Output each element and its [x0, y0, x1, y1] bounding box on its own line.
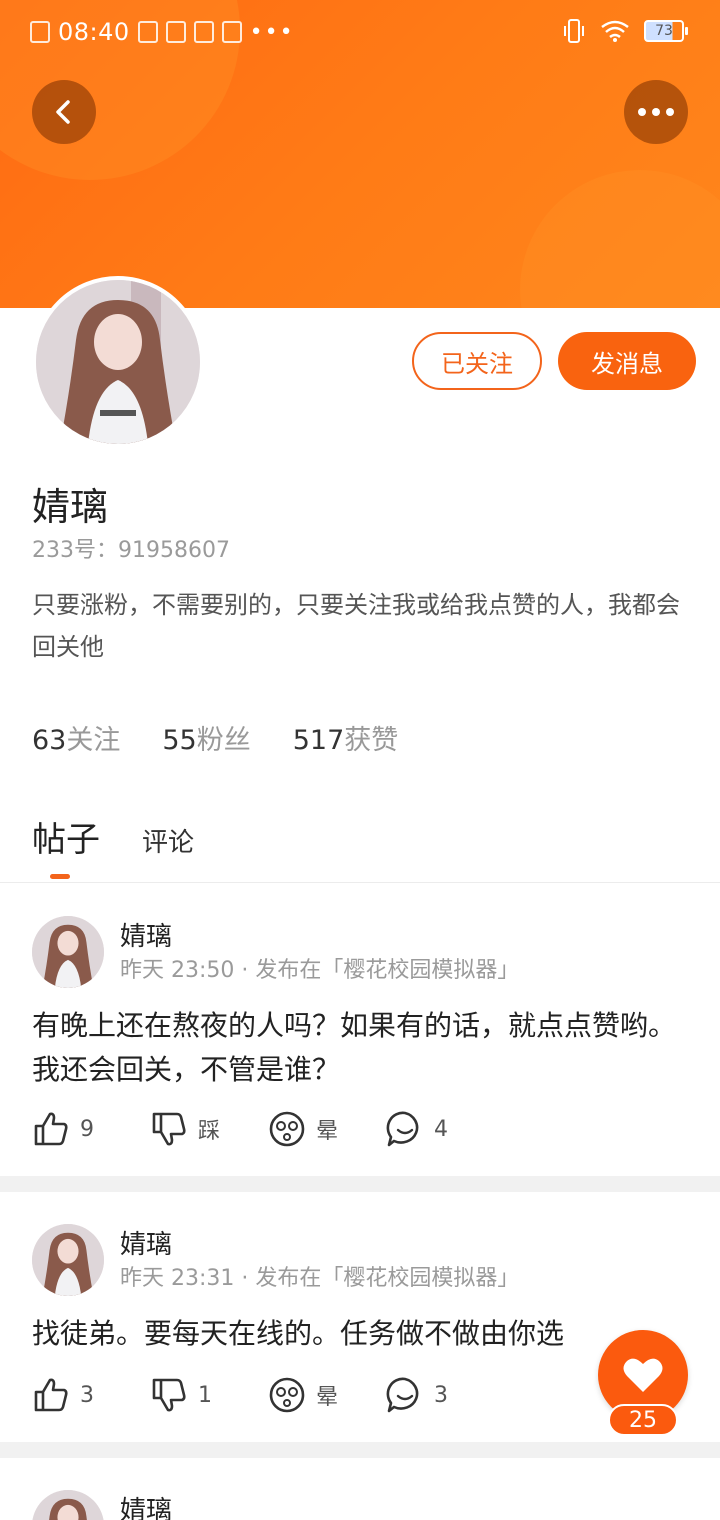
- avatar-image: [32, 1224, 104, 1296]
- phone-icon: [137, 21, 158, 43]
- stat-number: 55: [162, 725, 197, 756]
- post-author[interactable]: 婧璃: [120, 916, 172, 953]
- video-icon: [193, 21, 214, 43]
- send-message-button[interactable]: 发消息: [558, 332, 696, 390]
- comment-count: 4: [434, 1116, 448, 1142]
- avatar-image: [32, 1490, 104, 1520]
- stat-label: 关注: [66, 725, 121, 756]
- post-avatar[interactable]: [32, 1224, 104, 1296]
- post-author[interactable]: 婧璃: [120, 1224, 172, 1261]
- content-tabs: 帖子 评论: [32, 812, 194, 879]
- stat-following[interactable]: 63关注: [32, 718, 120, 757]
- post-text[interactable]: 有晚上还在熬夜的人吗？如果有的话，就点点赞哟。我还会回关，不管是谁？: [32, 1004, 692, 1092]
- post-separator: [0, 1442, 720, 1458]
- thumb-down-icon: [152, 1112, 186, 1146]
- more-options-button[interactable]: [624, 80, 688, 144]
- avatar-image: [32, 916, 104, 988]
- more-notifications-icon: •••: [249, 19, 295, 45]
- stat-number: 63: [32, 725, 67, 756]
- dislike-count: 1: [198, 1382, 212, 1408]
- post-meta: 昨天 23:31 · 发布在「樱花校园模拟器」: [120, 1266, 520, 1291]
- tab-comments[interactable]: 评论: [142, 822, 194, 859]
- thumb-down-icon: [152, 1378, 186, 1412]
- post-text[interactable]: 找徒弟。要每天在线的。任务做不做由你选: [32, 1312, 692, 1356]
- stat-label: 粉丝: [196, 725, 251, 756]
- divider: [0, 882, 720, 883]
- comment-count: 3: [434, 1382, 448, 1408]
- status-bar: 08:40 ••• 73: [0, 12, 720, 52]
- avatar[interactable]: [32, 276, 204, 448]
- status-time: 08:40: [58, 18, 130, 46]
- dislike-button[interactable]: 踩: [150, 1111, 268, 1147]
- like-fab-count: 25: [608, 1404, 678, 1436]
- like-count: 3: [80, 1382, 94, 1408]
- comment-button[interactable]: 4: [386, 1110, 504, 1148]
- battery-indicator: 73: [644, 20, 688, 42]
- post-meta: 昨天 23:50 · 发布在「樱花校园模拟器」: [120, 958, 520, 983]
- profile-stats: 63关注 55粉丝 517获赞: [32, 718, 398, 757]
- profile-header-banner: 08:40 ••• 73: [0, 0, 720, 308]
- thumb-up-icon: [34, 1112, 68, 1146]
- stat-number: 517: [292, 725, 345, 756]
- dislike-label: 踩: [198, 1119, 221, 1144]
- thumb-up-icon: [34, 1378, 68, 1412]
- like-count: 9: [80, 1116, 94, 1142]
- more-dots-icon: [638, 108, 674, 116]
- wifi-icon: [601, 20, 629, 42]
- post-card[interactable]: 婧璃 昨天 23:50 · 发布在「樱花校园模拟器」 有晚上还在熬夜的人吗？如果…: [0, 884, 720, 1176]
- back-arrow-icon: [56, 100, 70, 124]
- post-avatar[interactable]: [32, 916, 104, 988]
- dizzy-label: 晕: [316, 1385, 339, 1410]
- vibrate-icon: [564, 19, 584, 43]
- dizzy-button[interactable]: 晕: [268, 1110, 386, 1148]
- post-card[interactable]: 婧璃: [0, 1458, 720, 1520]
- dizzy-face-icon: [269, 1111, 305, 1147]
- stat-label: 获赞: [344, 725, 399, 756]
- comment-button[interactable]: 3: [386, 1376, 504, 1414]
- stat-fans[interactable]: 55粉丝: [162, 718, 250, 757]
- post-actions: 9 踩 晕 4: [32, 1110, 504, 1148]
- profile-id: 233号：91958607: [32, 538, 230, 563]
- like-button[interactable]: 3: [32, 1377, 150, 1413]
- notification-icon: [30, 21, 50, 43]
- dislike-button[interactable]: 1: [150, 1377, 268, 1413]
- comment-bubble-icon: [386, 1377, 419, 1413]
- tab-posts[interactable]: 帖子: [32, 812, 100, 879]
- following-button[interactable]: 已关注: [412, 332, 542, 390]
- heart-icon: [623, 1358, 663, 1392]
- post-avatar[interactable]: [32, 1490, 104, 1520]
- profile-name: 婧璃: [32, 485, 109, 529]
- comment-bubble-icon: [386, 1111, 419, 1147]
- dizzy-button[interactable]: 晕: [268, 1376, 386, 1414]
- profile-page: 08:40 ••• 73 已关注 发消息 婧璃 233号：91958607 只要…: [0, 0, 720, 1520]
- profile-bio: 只要涨粉，不需要别的，只要关注我或给我点赞的人，我都会回关他: [32, 591, 680, 661]
- post-separator: [0, 1176, 720, 1192]
- avatar-image: [36, 280, 200, 444]
- dizzy-face-icon: [269, 1377, 305, 1413]
- app-icon: [165, 21, 186, 43]
- stat-likes[interactable]: 517获赞: [293, 718, 399, 757]
- dizzy-label: 晕: [316, 1119, 339, 1144]
- like-button[interactable]: 9: [32, 1111, 150, 1147]
- decorative-blob: [520, 170, 720, 308]
- back-button[interactable]: [32, 80, 96, 144]
- post-author[interactable]: 婧璃: [120, 1490, 172, 1520]
- battery-level: 73: [655, 23, 673, 39]
- mail-icon: [221, 21, 242, 43]
- post-actions: 3 1 晕 3: [32, 1376, 504, 1414]
